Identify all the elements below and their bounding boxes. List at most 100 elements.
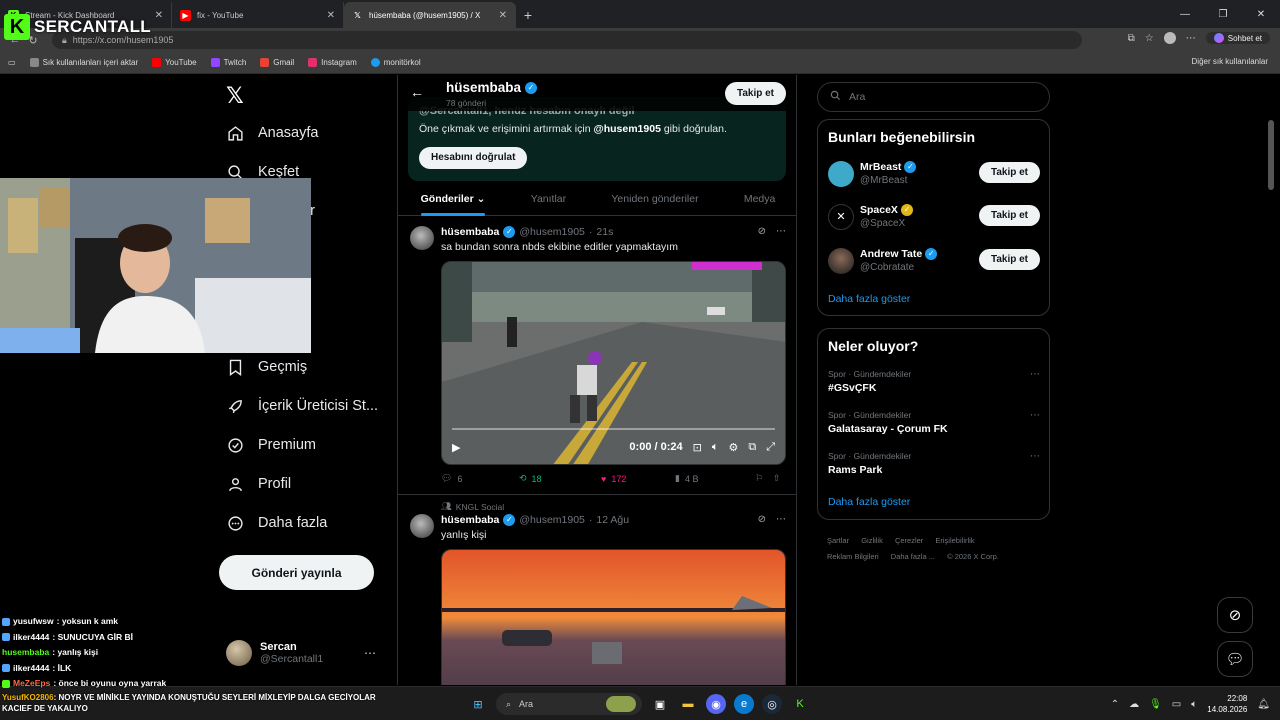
tab-x-profile[interactable]: 𝕏 hüsembaba (@husem1905) / X ✕ xyxy=(344,2,516,28)
verify-account-button[interactable]: Hesabını doğrulat xyxy=(419,147,528,169)
tab-replies[interactable]: Yanıtlar xyxy=(531,183,566,216)
tweet[interactable]: hüsembaba ✓ @husem1905 · 21s ⊘ ⋯ sa bund… xyxy=(398,217,796,495)
footer-link[interactable]: Reklam Bilgileri xyxy=(827,552,879,561)
nav-more[interactable]: Daha fazla xyxy=(226,514,327,532)
extensions-icon[interactable]: ⧉ xyxy=(1128,33,1135,44)
show-more-link[interactable]: Daha fazla göster xyxy=(828,496,910,508)
nav-bookmarks[interactable]: Geçmiş xyxy=(226,358,307,376)
chevron-up-icon[interactable]: ⌃ xyxy=(1111,699,1119,710)
more-dots-icon[interactable]: ⋯ xyxy=(776,514,786,525)
suggestion-andrew-tate[interactable]: Andrew Tate ✓ @Cobratate Takip et xyxy=(828,246,1040,276)
task-view-icon[interactable]: ▣ xyxy=(650,694,670,714)
tweet-author[interactable]: hüsembaba xyxy=(441,514,499,526)
share-icon[interactable]: ⇧ xyxy=(773,473,781,484)
reply-button[interactable]: 💬︎ 6 xyxy=(441,473,519,484)
url-bar[interactable]: 🔒︎ https://x.com/husem1905 xyxy=(52,31,1082,49)
minimize-icon[interactable]: — xyxy=(1166,0,1204,28)
new-tab-button[interactable]: + xyxy=(516,2,540,28)
follow-button[interactable]: Takip et xyxy=(978,249,1040,270)
fullscreen-icon[interactable]: ⤢ xyxy=(766,441,775,454)
taskbar-search[interactable]: ⌕ Ara xyxy=(496,693,642,715)
like-button[interactable]: ♥ 172 xyxy=(601,474,675,484)
microphone-icon[interactable]: 🎙︎ xyxy=(1149,699,1162,710)
suggestion-spacex[interactable]: ✕ SpaceX ✓ @SpaceX Takip et xyxy=(828,202,1040,232)
volume-icon[interactable]: 🔈︎ xyxy=(1191,699,1197,710)
search-input[interactable]: Ara xyxy=(817,82,1050,112)
tab-reposts[interactable]: Yeniden gönderiler xyxy=(611,183,698,216)
more-dots-icon[interactable]: ⋯ xyxy=(776,226,786,237)
bookmark-youtube[interactable]: YouTube xyxy=(152,58,197,67)
tweet-time[interactable]: 21s xyxy=(596,226,613,238)
steam-icon[interactable]: ◎ xyxy=(762,694,782,714)
follow-button[interactable]: Takip et xyxy=(978,162,1040,183)
play-icon[interactable]: ▶ xyxy=(452,441,460,454)
tweet-video[interactable] xyxy=(441,549,786,685)
x-logo-icon[interactable]: 𝕏 xyxy=(226,83,244,109)
trend-item[interactable]: Spor · Gündemdekiler Rams Park ⋯ xyxy=(828,451,1040,476)
kick-icon[interactable]: K xyxy=(790,694,810,714)
close-tab-icon[interactable]: ✕ xyxy=(327,10,335,21)
copilot-button[interactable]: Sohbet et xyxy=(1205,32,1270,44)
more-dots-icon[interactable]: ⋯ xyxy=(1030,369,1040,380)
more-dots-icon[interactable]: ⋯ xyxy=(1030,451,1040,462)
follow-button[interactable]: Takip et xyxy=(978,205,1040,226)
footer-link[interactable]: Şartlar xyxy=(827,536,849,545)
captions-icon[interactable]: ⊡ xyxy=(693,441,702,454)
grok-fab-icon[interactable]: ⊘ xyxy=(1217,597,1253,633)
bookmark-gmail[interactable]: Gmail xyxy=(260,58,294,67)
nav-profile[interactable]: Profil xyxy=(226,475,291,493)
more-dots-icon[interactable]: ⋯ xyxy=(1030,410,1040,421)
settings-gear-icon[interactable]: ⚙ xyxy=(728,441,738,454)
clock[interactable]: 22:08 14.08.2026 xyxy=(1207,693,1247,715)
maximize-icon[interactable]: ❐ xyxy=(1204,0,1242,28)
windows-start-icon[interactable]: ⊞ xyxy=(468,694,488,714)
favorites-star-icon[interactable]: ☆ xyxy=(1145,33,1154,44)
show-more-link[interactable]: Daha fazla göster xyxy=(828,293,910,305)
tweet-time[interactable]: 12 Ağu xyxy=(596,514,629,526)
tweet[interactable]: 👥︎ KNGL Social hüsembaba ✓ @husem1905 · 1… xyxy=(398,496,796,685)
tweet-video[interactable]: ▶ 0:00 / 0:24 ⊡ 🔈︎ ⚙ ⧉ ⤢ xyxy=(441,261,786,465)
tweet-author[interactable]: hüsembaba xyxy=(441,226,499,238)
close-window-icon[interactable]: ✕ xyxy=(1242,0,1280,28)
other-bookmarks[interactable]: Diğer sık kullanılanlar xyxy=(1192,57,1268,66)
post-button[interactable]: Gönderi yayınla xyxy=(219,555,374,590)
file-explorer-icon[interactable]: ▬ xyxy=(678,694,698,714)
bookmark-instagram[interactable]: Instagram xyxy=(308,58,357,67)
nav-creator-studio[interactable]: İçerik Üreticisi St... xyxy=(226,397,378,415)
avatar[interactable] xyxy=(410,514,434,538)
nav-home[interactable]: Anasayfa xyxy=(226,124,318,142)
footer-link[interactable]: Erişilebilirlik xyxy=(935,536,974,545)
page-scrollbar[interactable] xyxy=(1268,120,1274,190)
messages-fab-icon[interactable]: 💬︎ xyxy=(1217,641,1253,677)
follow-button[interactable]: Takip et xyxy=(724,82,786,105)
tab-youtube[interactable]: ▶ fix - YouTube ✕ xyxy=(172,2,344,28)
bookmark-import[interactable]: Sık kullanılanları içeri aktar xyxy=(29,58,138,67)
close-tab-icon[interactable]: ✕ xyxy=(499,10,507,21)
notification-bell-icon[interactable]: 🔔︎ xyxy=(1257,699,1270,710)
menu-dots-icon[interactable]: ⋯ xyxy=(1186,33,1196,44)
avatar[interactable] xyxy=(410,226,434,250)
back-arrow-icon[interactable]: ← xyxy=(410,84,424,100)
bookmark-monitorkol[interactable]: monitörkol xyxy=(370,58,421,67)
trend-item[interactable]: Spor · Gündemdekiler Galatasaray - Çorum… xyxy=(828,410,1040,435)
bookmark-twitch[interactable]: Twitch xyxy=(210,58,246,67)
suggestion-mrbeast[interactable]: MrBeast ✓ @MrBeast Takip et xyxy=(828,159,1040,189)
trend-item[interactable]: Spor · Gündemdekiler #GSvÇFK ⋯ xyxy=(828,369,1040,394)
discord-icon[interactable]: ◉ xyxy=(706,694,726,714)
network-icon[interactable]: ▭ xyxy=(1172,699,1181,710)
tab-posts[interactable]: Gönderiler ⌄ xyxy=(420,183,485,216)
profile-avatar-icon[interactable] xyxy=(1163,32,1176,44)
edge-icon[interactable]: e xyxy=(734,694,754,714)
bookmarks-toggle-icon[interactable]: ▭ xyxy=(8,58,16,67)
footer-link[interactable]: Çerezler xyxy=(895,536,923,545)
grok-icon[interactable]: ⊘ xyxy=(758,514,766,525)
views-button[interactable]: ▮ 4 B xyxy=(675,473,755,484)
nav-premium[interactable]: Premium xyxy=(226,436,316,454)
bookmark-tweet-icon[interactable]: ⚐ xyxy=(755,473,773,484)
footer-link[interactable]: Daha fazla ... xyxy=(891,552,935,561)
repost-button[interactable]: ⟲ 18 xyxy=(519,473,601,484)
tab-media[interactable]: Medya xyxy=(744,183,776,216)
volume-icon[interactable]: 🔈︎ xyxy=(712,441,719,454)
footer-link[interactable]: Gizlilik xyxy=(861,536,883,545)
cloud-icon[interactable]: ☁ xyxy=(1129,699,1139,710)
